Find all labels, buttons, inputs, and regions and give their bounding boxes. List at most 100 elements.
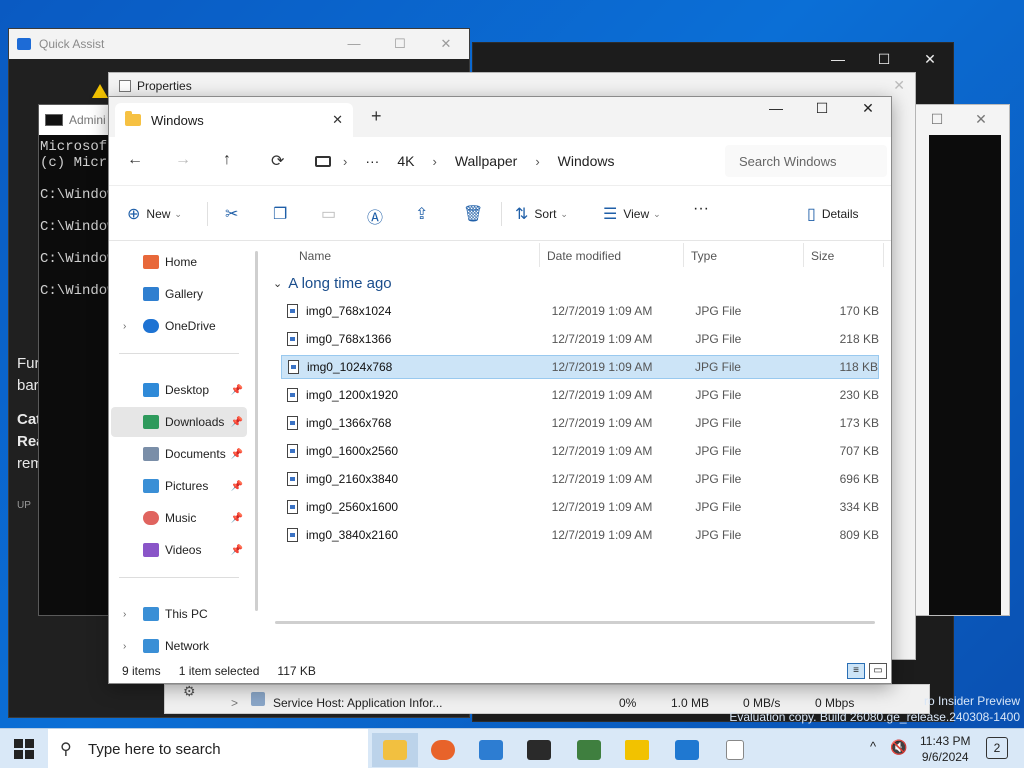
search-icon: ⚲ — [60, 741, 72, 758]
pin-icon[interactable]: 📌 — [231, 449, 243, 460]
delete-button[interactable]: 🗑 — [463, 204, 489, 224]
sidebar-item-gallery[interactable]: Gallery — [111, 279, 247, 309]
sidebar-item-home[interactable]: Home — [111, 247, 247, 277]
minimize-button[interactable]: — — [815, 51, 861, 68]
pin-icon[interactable]: 📌 — [231, 417, 243, 428]
tiles-view-button[interactable]: ▭ — [869, 663, 887, 679]
share-button[interactable]: ⇪ — [415, 204, 434, 224]
column-header-type[interactable]: Type — [691, 249, 717, 263]
breadcrumb-4k[interactable]: 4K — [397, 153, 414, 169]
minimize-button[interactable]: — — [753, 97, 799, 119]
sidebar-item-downloads[interactable]: Downloads 📌 — [111, 407, 247, 437]
taskbar-notepad[interactable] — [712, 733, 758, 767]
minimize-button[interactable]: — — [331, 36, 377, 52]
pin-icon[interactable]: 📌 — [231, 545, 243, 556]
column-header-date[interactable]: Date modified — [547, 249, 621, 263]
file-row[interactable]: img0_1600x2560 12/7/2019 1:09 AM JPG Fil… — [281, 439, 879, 463]
file-row[interactable]: img0_768x1024 12/7/2019 1:09 AM JPG File… — [281, 299, 879, 323]
tab-windows[interactable]: Windows ✕ — [115, 103, 353, 137]
clock[interactable]: 11:43 PM 9/6/2024 — [920, 733, 970, 765]
breadcrumb-windows[interactable]: Windows — [558, 153, 615, 169]
file-row[interactable]: img0_3840x2160 12/7/2019 1:09 AM JPG Fil… — [281, 523, 879, 547]
forward-button[interactable]: → — [175, 151, 191, 169]
file-row-selected[interactable]: img0_1024x768 12/7/2019 1:09 AM JPG File… — [281, 355, 879, 379]
expand-chevron-icon[interactable]: › — [123, 609, 126, 620]
breadcrumb-more[interactable]: ··· — [365, 153, 379, 169]
breadcrumb[interactable]: › ··· 4K › Wallpaper › Windows — [315, 145, 719, 177]
taskbar-device-manager[interactable] — [566, 733, 612, 767]
refresh-button[interactable]: ⟳ — [271, 151, 284, 171]
sidebar-item-onedrive[interactable]: › OneDrive — [111, 311, 247, 341]
rename-button[interactable]: Ⓐ — [367, 204, 389, 228]
paste-button[interactable]: ▭ — [321, 204, 342, 224]
new-tab-button[interactable]: + — [371, 106, 382, 127]
sidebar-item-network[interactable]: › Network — [111, 631, 247, 661]
file-explorer-window[interactable]: Windows ✕ + — ☐ ✕ ← → ↑ ⟳ › ··· 4K › Wal… — [108, 96, 892, 684]
close-button[interactable]: ✕ — [845, 97, 891, 119]
volume-muted-icon[interactable]: 🔇 — [890, 739, 907, 756]
up-button[interactable]: ↑ — [223, 151, 231, 169]
pin-icon[interactable]: 📌 — [231, 513, 243, 524]
search-input[interactable]: Search Windows — [725, 145, 887, 177]
taskbar-firefox[interactable] — [420, 733, 466, 767]
close-button[interactable]: ✕ — [907, 51, 953, 68]
details-button[interactable]: ▯ Details — [807, 204, 859, 224]
file-row[interactable]: img0_2160x3840 12/7/2019 1:09 AM JPG Fil… — [281, 467, 879, 491]
sidebar-item-documents[interactable]: Documents 📌 — [111, 439, 247, 469]
horizontal-scrollbar[interactable] — [275, 621, 875, 624]
back-button[interactable]: ← — [127, 151, 143, 169]
sidebar-item-videos[interactable]: Videos 📌 — [111, 535, 247, 565]
start-button[interactable] — [14, 739, 34, 759]
sidebar-item-label: OneDrive — [165, 319, 216, 333]
file-row[interactable]: img0_1366x768 12/7/2019 1:09 AM JPG File… — [281, 411, 879, 435]
expand-chevron-icon[interactable]: › — [123, 641, 126, 652]
maximize-button[interactable]: ☐ — [915, 111, 959, 128]
sort-button[interactable]: ⇅ Sort ⌄ — [515, 204, 568, 224]
taskbar-remote-desktop[interactable] — [664, 733, 710, 767]
column-divider[interactable] — [803, 243, 804, 267]
new-button[interactable]: ⊕ New ⌄ — [127, 204, 182, 224]
breadcrumb-wallpaper[interactable]: Wallpaper — [455, 153, 518, 169]
new-icon: ⊕ — [127, 206, 141, 223]
more-options-button[interactable]: ··· — [693, 200, 709, 218]
column-header-size[interactable]: Size — [811, 249, 834, 263]
taskbar-file-explorer[interactable] — [372, 733, 418, 767]
view-button[interactable]: ☰ View ⌄ — [603, 204, 661, 224]
taskbar-photos[interactable] — [468, 733, 514, 767]
column-divider[interactable] — [683, 243, 684, 267]
details-view-button[interactable]: ≡ — [847, 663, 865, 679]
close-button[interactable]: ✕ — [423, 36, 469, 52]
pin-icon[interactable]: 📌 — [231, 481, 243, 492]
taskbar-terminal[interactable] — [516, 733, 562, 767]
pin-icon[interactable]: 📌 — [231, 385, 243, 396]
notification-center-button[interactable]: 2 — [986, 737, 1008, 759]
maximize-button[interactable]: ☐ — [377, 36, 423, 52]
tab-close-button[interactable]: ✕ — [332, 112, 343, 128]
column-divider[interactable] — [883, 243, 884, 267]
close-button[interactable]: ✕ — [959, 111, 1003, 128]
file-row[interactable]: img0_768x1366 12/7/2019 1:09 AM JPG File… — [281, 327, 879, 351]
cut-button[interactable]: ✂ — [225, 204, 244, 224]
monitor-icon[interactable] — [315, 155, 331, 167]
quick-assist-icon — [17, 38, 31, 50]
expand-chevron-icon[interactable]: › — [123, 321, 126, 332]
tray-overflow-button[interactable]: ^ — [870, 739, 876, 754]
taskbar-search-input[interactable]: ⚲ Type here to search — [48, 729, 368, 768]
file-row[interactable]: img0_2560x1600 12/7/2019 1:09 AM JPG Fil… — [281, 495, 879, 519]
settings-gear-icon[interactable]: ⚙ — [183, 683, 196, 700]
close-button[interactable]: ✕ — [893, 77, 905, 94]
column-header-name[interactable]: Name — [299, 249, 331, 263]
column-divider[interactable] — [539, 243, 540, 267]
sidebar-item-this-pc[interactable]: › This PC — [111, 599, 247, 629]
sidebar-scrollbar[interactable] — [255, 251, 258, 611]
sidebar-item-music[interactable]: Music 📌 — [111, 503, 247, 533]
quick-assist-titlebar[interactable]: Quick Assist — ☐ ✕ — [9, 29, 469, 59]
maximize-button[interactable]: ☐ — [799, 97, 845, 119]
taskbar-warning[interactable] — [614, 733, 660, 767]
file-row[interactable]: img0_1200x1920 12/7/2019 1:09 AM JPG Fil… — [281, 383, 879, 407]
maximize-button[interactable]: ☐ — [861, 51, 907, 68]
copy-button[interactable]: ❐ — [273, 204, 293, 224]
sidebar-item-desktop[interactable]: Desktop 📌 — [111, 375, 247, 405]
sidebar-item-pictures[interactable]: Pictures 📌 — [111, 471, 247, 501]
group-header[interactable]: ⌄ A long time ago — [273, 275, 392, 292]
